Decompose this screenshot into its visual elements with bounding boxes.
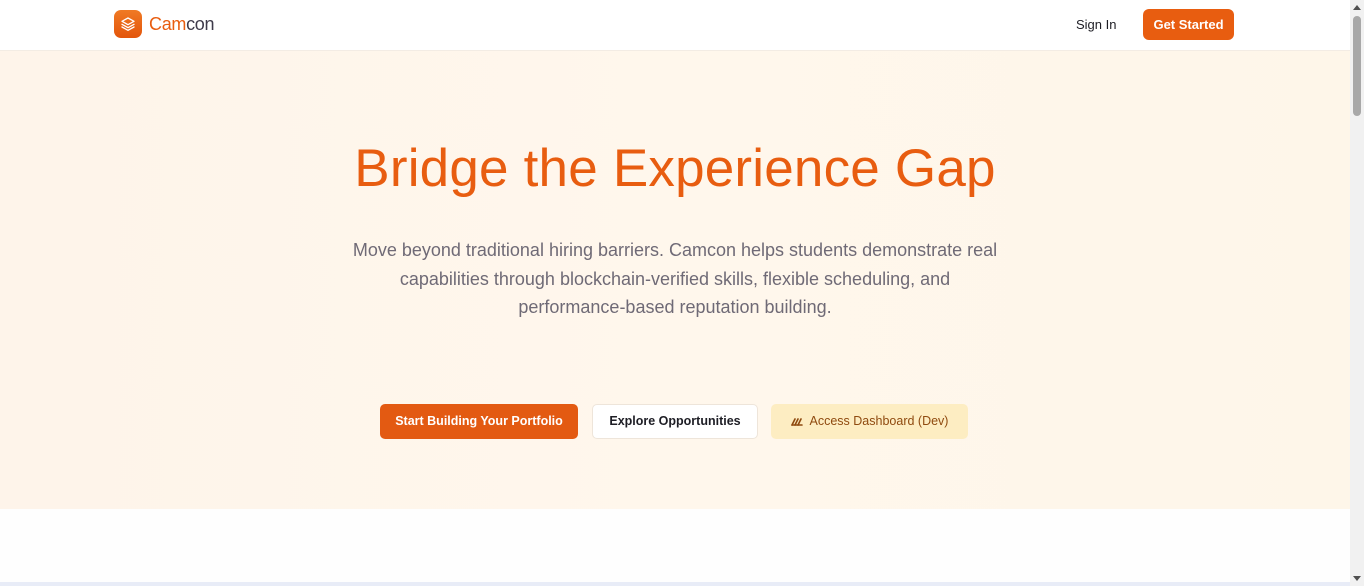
get-started-button[interactable]: Get Started	[1143, 9, 1234, 40]
access-dashboard-dev-button[interactable]: Access Dashboard (Dev)	[771, 404, 968, 439]
top-navbar: Camcon Sign In Get Started	[0, 0, 1350, 51]
sign-in-button[interactable]: Sign In	[1066, 10, 1126, 40]
start-building-portfolio-button[interactable]: Start Building Your Portfolio	[380, 404, 578, 439]
brand-name: Camcon	[149, 13, 215, 35]
hero-title: Bridge the Experience Gap	[354, 139, 996, 198]
scrollbar-thumb[interactable]	[1353, 16, 1361, 116]
landing-page: Camcon Sign In Get Started Bridge the Ex…	[0, 0, 1364, 586]
chart-icon	[790, 417, 803, 426]
brand-name-part2: con	[186, 13, 215, 34]
explore-opportunities-button[interactable]: Explore Opportunities	[592, 404, 758, 439]
scroll-down-arrow-icon[interactable]	[1350, 572, 1364, 586]
layers-icon	[114, 10, 142, 38]
vertical-scrollbar[interactable]	[1350, 0, 1364, 586]
access-dashboard-dev-label: Access Dashboard (Dev)	[809, 414, 949, 428]
brand-name-part1: Cam	[149, 13, 187, 34]
section-divider	[0, 582, 1350, 586]
scroll-up-arrow-icon[interactable]	[1350, 0, 1364, 14]
hero-section: Bridge the Experience Gap Move beyond tr…	[0, 51, 1350, 509]
brand-logo[interactable]: Camcon	[114, 10, 215, 38]
next-section	[0, 509, 1350, 586]
hero-subtitle: Move beyond traditional hiring barriers.…	[352, 240, 998, 317]
